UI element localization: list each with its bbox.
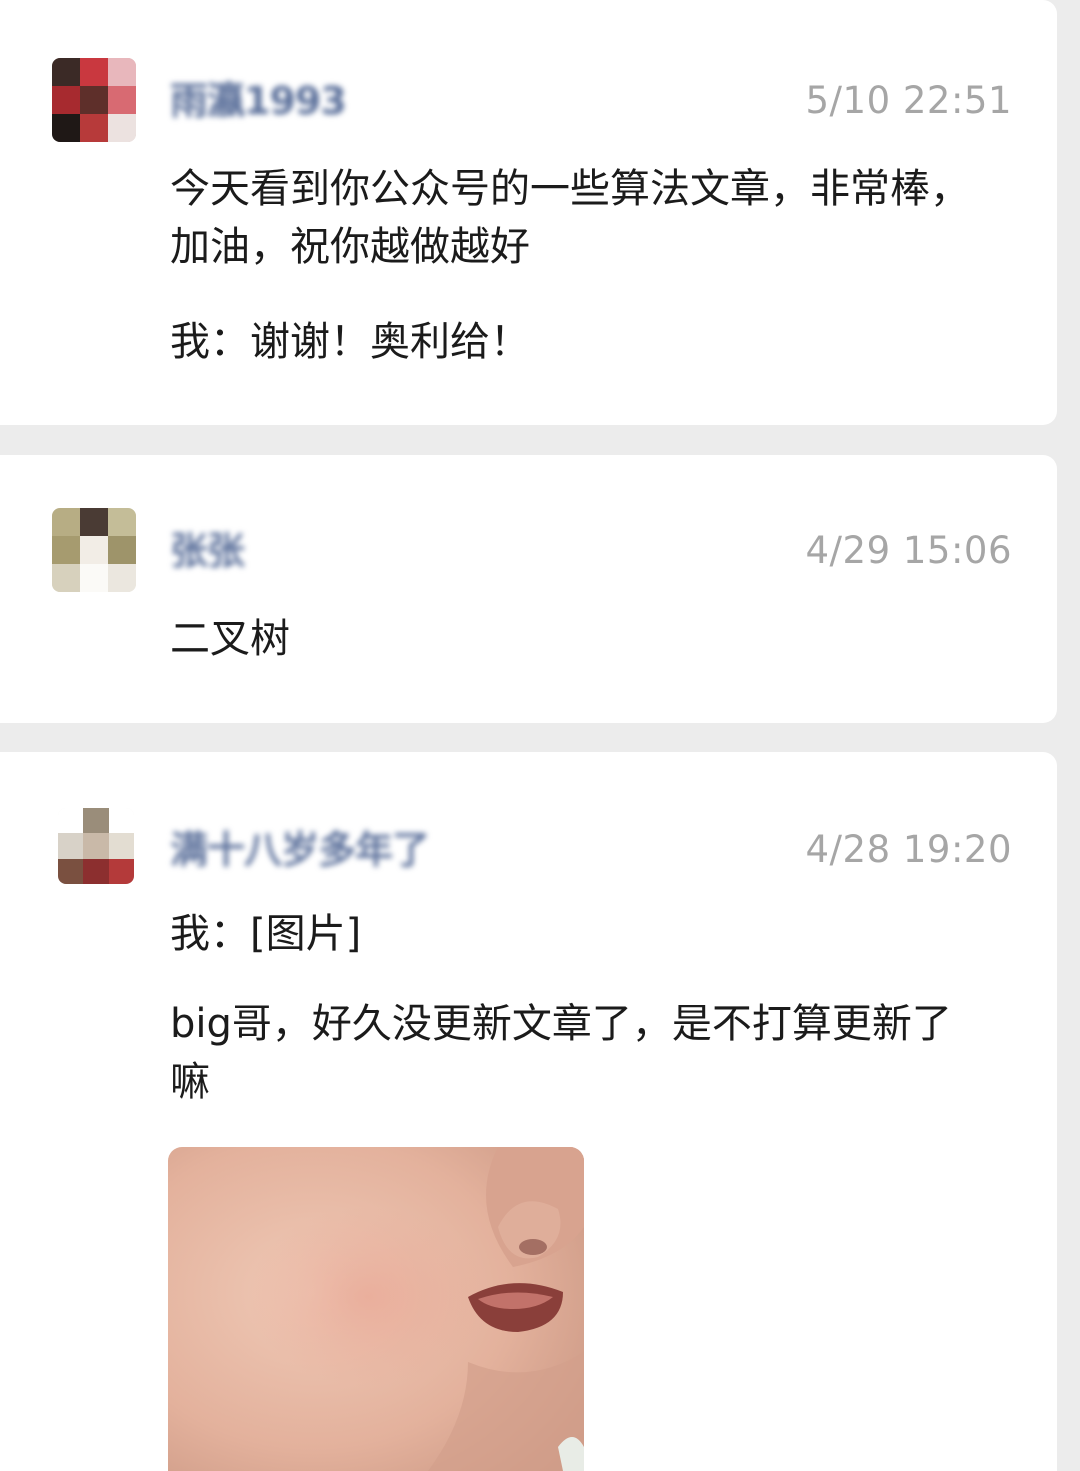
crying-baby-photo-icon <box>168 1147 584 1471</box>
avatar[interactable] <box>52 508 136 592</box>
comment-card[interactable]: 张张 4/29 15:06 二叉树 <box>0 455 1057 723</box>
comment-text: 二叉树 <box>170 616 290 662</box>
avatar[interactable] <box>52 58 136 142</box>
avatar-image-icon <box>52 508 136 592</box>
comment-text: big哥，好久没更新文章了，是不打算更新了嘛 <box>170 1001 952 1105</box>
comment-text: 今天看到你公众号的一些算法文章，非常棒，加油，祝你越做越好 <box>170 166 970 270</box>
attached-photo[interactable] <box>168 1147 584 1471</box>
comment-card[interactable]: 满十八岁多年了 4/28 19:20 我：[图片] big哥，好久没更新文章了，… <box>0 752 1057 1471</box>
avatar[interactable] <box>58 808 134 884</box>
avatar-image-icon <box>52 58 136 142</box>
commenter-name[interactable]: 雨瀛1993 <box>170 78 347 124</box>
comment-time: 5/10 22:51 <box>805 79 1012 122</box>
reply-text: 我：[图片] <box>170 911 362 957</box>
comment-card[interactable]: 雨瀛1993 5/10 22:51 今天看到你公众号的一些算法文章，非常棒，加油… <box>0 0 1057 425</box>
comment-time: 4/28 19:20 <box>805 828 1012 871</box>
avatar-image-icon <box>58 808 134 884</box>
commenter-name[interactable]: 张张 <box>170 528 245 574</box>
commenter-name[interactable]: 满十八岁多年了 <box>170 827 430 873</box>
reply-text: 我：谢谢！奥利给！ <box>170 319 530 365</box>
comment-time: 4/29 15:06 <box>805 529 1012 572</box>
